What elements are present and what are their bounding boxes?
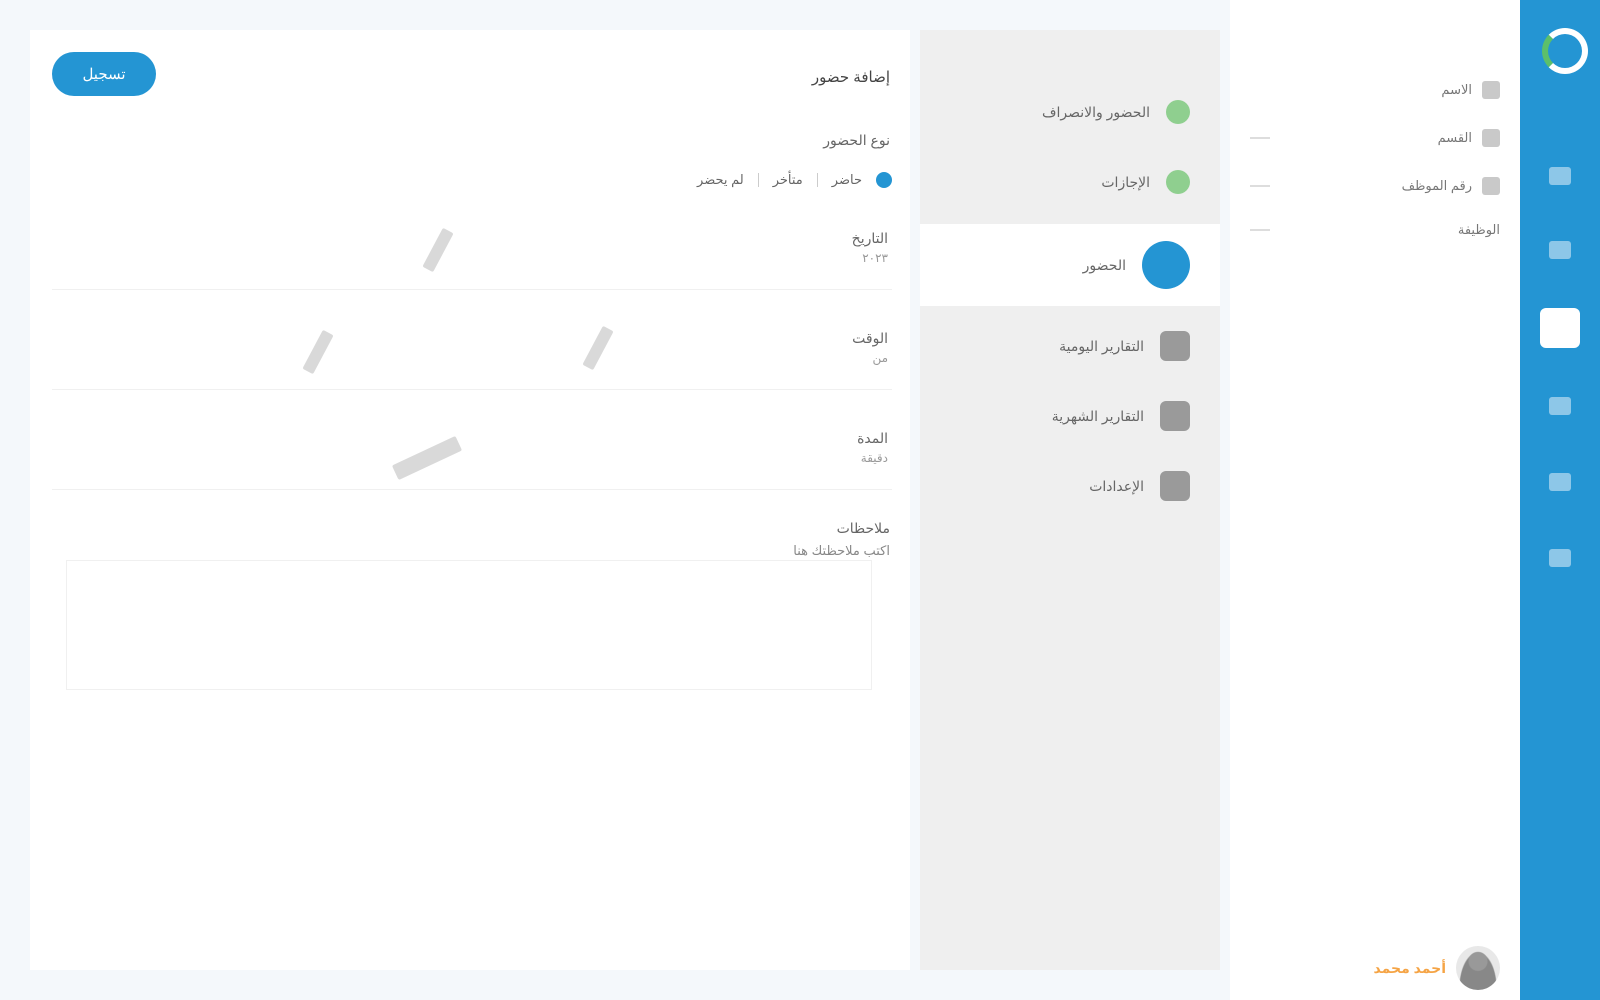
field-label: الوقت من [852, 330, 888, 365]
reports-icon[interactable] [1520, 454, 1600, 510]
filter-late[interactable]: متأخر [773, 172, 803, 188]
user-profile[interactable]: أحمد محمد [1374, 946, 1500, 990]
check-icon [1166, 170, 1190, 194]
user-icon [1482, 81, 1500, 99]
filter-radio-selected[interactable] [876, 172, 892, 188]
divider [1250, 229, 1270, 231]
page-title: إضافة حضور [811, 69, 890, 86]
form-row-date[interactable]: التاريخ ٢٠٢٣ [52, 220, 892, 290]
nav-rail [1520, 0, 1600, 1000]
submenu-panel: الحضور والانصراف الإجازات الحضور التقاري… [920, 30, 1220, 970]
main-panel: تسجيل إضافة حضور نوع الحضور لم يحضر متأخ… [30, 30, 910, 970]
pencil-icon[interactable] [582, 325, 614, 371]
info-row-department: القسم [1250, 126, 1500, 150]
notes-label: ملاحظات اكتب ملاحظتك هنا [793, 520, 890, 558]
pencil-icon[interactable] [391, 435, 463, 481]
notes-textarea[interactable] [66, 560, 872, 690]
dashboard-icon[interactable] [1520, 148, 1600, 204]
submenu-item-attendance-leave[interactable]: الحضور والانصراف [920, 82, 1220, 142]
submit-button[interactable]: تسجيل [52, 52, 156, 96]
logo-icon[interactable] [1542, 28, 1588, 74]
users-icon[interactable] [1520, 222, 1600, 278]
calendar-icon[interactable] [1520, 378, 1600, 434]
filter-divider [816, 173, 818, 187]
form-row-duration[interactable]: المدة دقيقة [52, 420, 892, 490]
field-label: المدة دقيقة [857, 430, 888, 465]
info-row-employee-id: رقم الموظف [1250, 174, 1500, 198]
info-panel: الاسم القسم رقم الموظف الوظيفة أحمد محمد [1230, 0, 1520, 1000]
id-card-icon [1482, 177, 1500, 195]
document-icon [1160, 401, 1190, 431]
attendance-icon [1142, 241, 1190, 289]
building-icon [1482, 129, 1500, 147]
avatar[interactable] [1456, 946, 1500, 990]
check-icon [1166, 100, 1190, 124]
divider [1250, 185, 1270, 187]
form-row-time[interactable]: الوقت من [52, 320, 892, 390]
submenu-item-monthly-reports[interactable]: التقارير الشهرية [920, 386, 1220, 446]
user-name: أحمد محمد [1373, 959, 1446, 976]
pencil-icon[interactable] [422, 227, 454, 273]
attendance-type-label: نوع الحضور [823, 132, 890, 148]
info-row-job: الوظيفة [1250, 218, 1500, 242]
field-label: التاريخ ٢٠٢٣ [851, 230, 888, 265]
document-icon [1160, 331, 1190, 361]
pencil-icon[interactable] [302, 329, 334, 375]
submenu-item-vacations[interactable]: الإجازات [920, 152, 1220, 212]
filter-present[interactable]: حاضر [832, 172, 862, 188]
submenu-item-attendance[interactable]: الحضور [920, 224, 1220, 306]
filter-absent[interactable]: لم يحضر [697, 172, 744, 188]
submenu-item-daily-reports[interactable]: التقارير اليومية [920, 316, 1220, 376]
filter-divider [757, 173, 759, 187]
settings-icon [1160, 471, 1190, 501]
settings-icon[interactable] [1520, 530, 1600, 586]
attendance-type-filters: لم يحضر متأخر حاضر [697, 172, 892, 188]
divider [1250, 137, 1270, 139]
submenu-item-settings[interactable]: الإعدادات [920, 456, 1220, 516]
info-row-name: الاسم [1250, 78, 1500, 102]
attendance-icon[interactable] [1520, 300, 1600, 356]
